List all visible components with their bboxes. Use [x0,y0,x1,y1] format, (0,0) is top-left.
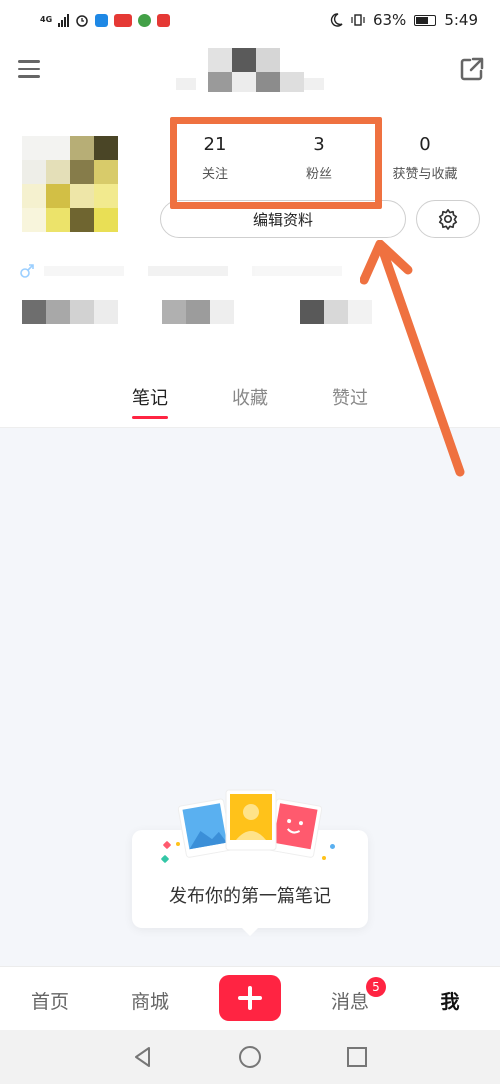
nav-shop[interactable]: 商城 [120,987,180,1014]
empty-state-text: 发布你的第一篇笔记 [169,886,331,907]
tab-notes[interactable]: 笔记 [120,384,180,410]
active-tab-indicator [132,416,168,419]
tab-collections[interactable]: 收藏 [220,384,280,410]
system-nav-bar [0,1030,500,1084]
stats-highlight-box [170,117,382,209]
status-bar: 4G 63% 5:49 [0,0,500,40]
battery-percent: 63% [372,11,407,29]
browser-app-icon [138,13,152,27]
nav-me[interactable]: 我 [420,987,480,1014]
menu-icon[interactable] [18,60,40,78]
note-app-icon [157,13,171,27]
male-icon [20,264,34,278]
blurred-profile-tags [20,262,360,282]
recents-square-icon[interactable] [344,1044,370,1070]
confetti-dot-icon [330,844,335,849]
alarm-icon [76,15,88,27]
clock: 5:49 [444,11,478,29]
photos-illustration-icon [177,789,323,858]
blurred-bio [22,300,382,326]
blurred-username [172,44,332,100]
plus-icon [238,986,262,1010]
moon-icon [330,13,343,27]
avatar[interactable] [22,136,118,232]
likes-count: 0 [419,134,431,155]
home-circle-icon[interactable] [237,1044,263,1070]
network-type: 4G [40,15,53,24]
likes-stat[interactable]: 0 获赞与收藏 [375,134,475,182]
signal-icon [58,13,70,27]
settings-button[interactable] [416,200,480,238]
share-icon[interactable] [458,55,486,83]
shield-app-icon [95,13,109,27]
profile-header [0,40,500,102]
vibrate-icon [351,14,365,26]
bottom-nav: 首页 商城 消息 5 我 [0,966,500,1030]
status-bar-left: 4G [40,13,171,27]
gear-icon [438,209,458,230]
news-app-icon [114,13,133,27]
confetti-dot-icon [322,856,326,860]
publish-button[interactable] [219,975,281,1021]
nav-home[interactable]: 首页 [20,987,80,1014]
annotation-arrow [360,240,465,477]
confetti-dot-icon [176,842,180,846]
back-icon[interactable] [130,1044,156,1070]
battery-icon [414,14,437,26]
likes-label: 获赞与收藏 [392,167,458,182]
status-bar-right: 63% 5:49 [329,11,478,29]
message-badge: 5 [366,977,386,997]
